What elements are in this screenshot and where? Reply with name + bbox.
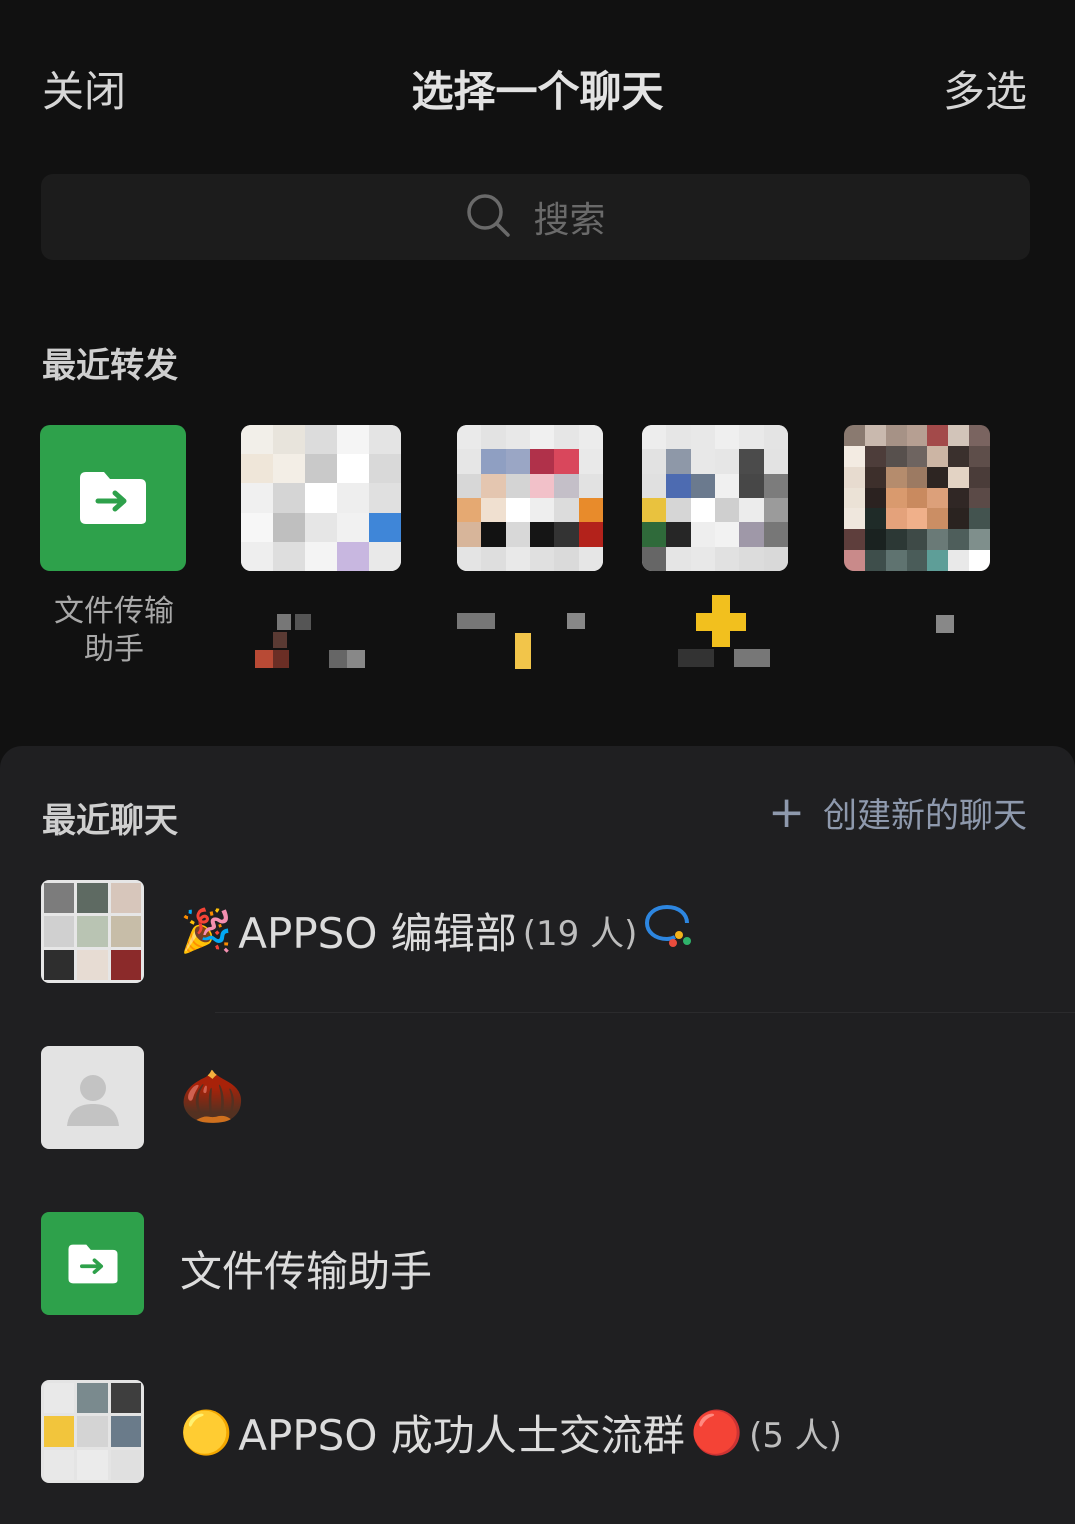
chat-name: 文件传输助手 — [180, 1238, 432, 1299]
recent-forward-title: 最近转发 — [42, 346, 178, 386]
chat-row[interactable]: 🎉 APPSO 编辑部 (19 人) — [0, 856, 1075, 1013]
chat-name: 🟡 APPSO 成功人士交流群 🔴 (5 人) — [180, 1402, 842, 1463]
close-button[interactable]: 关闭 — [42, 58, 126, 119]
folder-forward-icon — [67, 1244, 118, 1283]
recent-forward-item[interactable] — [241, 425, 401, 668]
recent-forward-item[interactable] — [642, 425, 790, 667]
group-avatar — [642, 425, 788, 571]
top-bar: 选择一个聊天 关闭 多选 — [0, 0, 1075, 170]
page-title: 选择一个聊天 — [411, 67, 664, 116]
default-user-avatar — [41, 1046, 144, 1149]
party-popper-emoji: 🎉 — [180, 905, 233, 955]
pixelated-label — [678, 595, 770, 667]
chat-title: APPSO 成功人士交流群 — [238, 1411, 685, 1460]
group-avatar — [241, 425, 401, 571]
chat-title: APPSO 编辑部 — [238, 909, 517, 958]
search-input[interactable]: 搜索 — [533, 191, 605, 243]
folder-forward-icon — [80, 472, 146, 524]
red-circle-emoji: 🔴 — [690, 1407, 744, 1457]
chat-title: 文件传输助手 — [180, 1247, 433, 1296]
chat-name: 🎉 APPSO 编辑部 (19 人) — [180, 900, 695, 961]
file-transfer-avatar — [40, 425, 186, 571]
group-avatar — [41, 880, 144, 983]
divider — [215, 1012, 1075, 1013]
recent-forward-item[interactable]: 文件传输 助手 — [40, 425, 188, 667]
recent-forward-list: 文件传输 助手 — [0, 425, 1075, 685]
chat-name: 🌰 — [180, 1066, 251, 1127]
yellow-circle-emoji: 🟡 — [180, 1407, 233, 1457]
person-avatar — [844, 425, 990, 571]
group-avatar — [457, 425, 603, 571]
chat-row[interactable]: 文件传输助手 — [0, 1188, 1075, 1338]
enterprise-chat-icon — [643, 903, 695, 959]
file-transfer-avatar — [41, 1212, 144, 1315]
search-bar[interactable]: 搜索 — [41, 174, 1030, 260]
pixelated-label — [255, 614, 365, 668]
group-avatar — [41, 1380, 144, 1483]
search-icon — [465, 192, 511, 242]
create-new-chat-button[interactable]: + 创建新的聊天 — [768, 788, 1027, 837]
create-new-chat-label: 创建新的聊天 — [823, 796, 1027, 836]
recent-chats-title: 最近聊天 — [42, 801, 178, 841]
chat-row[interactable]: 🟡 APPSO 成功人士交流群 🔴 (5 人) — [0, 1356, 1075, 1506]
recent-forward-label: 文件传输 助手 — [54, 594, 174, 667]
plus-icon: + — [768, 786, 805, 838]
user-placeholder-icon — [66, 1074, 119, 1126]
member-count: (19 人) — [522, 914, 638, 954]
chat-row[interactable]: 🌰 — [0, 1022, 1075, 1172]
chestnut-emoji: 🌰 — [180, 1067, 245, 1127]
member-count: (5 人) — [749, 1416, 843, 1456]
pixelated-label — [457, 613, 585, 669]
recent-forward-item[interactable] — [457, 425, 605, 669]
pixelated-label — [936, 615, 954, 633]
multi-select-button[interactable]: 多选 — [943, 58, 1027, 119]
recent-forward-item[interactable] — [844, 425, 992, 633]
